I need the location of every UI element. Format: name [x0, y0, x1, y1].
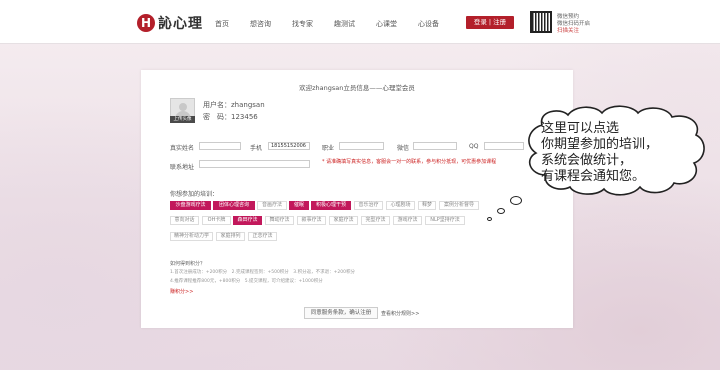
points-rule-line1: 1.首次注册成功：+200积分 2.完成课程签到：+500积分 3.积分返，不求…: [170, 270, 355, 275]
job-input[interactable]: [339, 142, 384, 150]
qq-label: QQ: [469, 143, 479, 150]
registration-panel: 欢迎zhangsan立员信息——心理堂会员 上传头像 用户名：zhangsan …: [141, 70, 573, 328]
logo-text: 訫心理: [158, 16, 203, 32]
top-header: H 訫心理 首页 想咨询 找专家 趣测试 心课堂 心设备 登录 | 注册 微信预…: [0, 0, 720, 44]
nav-experts[interactable]: 找专家: [292, 19, 313, 29]
nav-consult[interactable]: 想咨询: [250, 19, 271, 29]
realname-label: 真实姓名: [170, 145, 195, 152]
site-logo[interactable]: H 訫心理: [137, 13, 203, 33]
thought-dot-large: [510, 196, 522, 205]
username-display: 用户名：zhangsan: [203, 101, 265, 109]
qr-caption-line2: 微信扫码开启: [557, 21, 591, 27]
training-tag[interactable]: 完型疗法: [361, 216, 390, 225]
nav-tests[interactable]: 趣测试: [334, 19, 355, 29]
training-tag[interactable]: 意向对话: [170, 216, 199, 225]
address-label: 联系地址: [170, 164, 195, 171]
thought-dot-medium: [497, 208, 505, 214]
training-tag[interactable]: 团体心理咨询: [213, 201, 255, 210]
login-register-button[interactable]: 登录 | 注册: [466, 16, 514, 29]
nav-home[interactable]: 首页: [215, 19, 229, 29]
training-tag[interactable]: 音画疗法: [257, 201, 287, 210]
training-tag[interactable]: 音乐治疗: [354, 201, 383, 210]
training-tag[interactable]: 心理剧场: [386, 201, 415, 210]
nav-classroom[interactable]: 心课堂: [376, 19, 397, 29]
phone-input[interactable]: 18155152006: [268, 142, 310, 150]
address-input[interactable]: [199, 160, 310, 168]
realname-input[interactable]: [199, 142, 241, 150]
training-tag[interactable]: OH卡牌: [202, 216, 231, 225]
training-tag[interactable]: 沙盘游戏疗法: [170, 201, 211, 210]
password-display: 密 码：123456: [203, 113, 258, 121]
upload-avatar-button[interactable]: 上传头像: [170, 116, 195, 123]
training-tag[interactable]: NLP坚持疗法: [425, 216, 465, 225]
qr-caption-line3: 扫描关注: [557, 28, 580, 34]
points-rule-line2: 4.推荐课程推荐800元，+800积分 5.提交课程，可介绍建议：+1000积分: [170, 279, 323, 284]
info-hint: * 请准确填写真实信息，客服会一对一的联系，参与积分抵现，可优惠参加课程: [322, 159, 497, 165]
qr-caption: 微信预约 微信扫码开启 扫描关注: [557, 14, 607, 35]
job-label: 职业: [322, 145, 335, 152]
training-tag[interactable]: 家庭疗法: [329, 216, 358, 225]
annotation-text: 这里可以点选 你期望参加的培训， 系统会做统计， 有课程会通知您。: [541, 121, 659, 184]
thought-dot-small: [487, 217, 492, 221]
qr-caption-line1: 微信预约: [557, 14, 580, 20]
logo-mark: H: [137, 14, 155, 32]
training-tag[interactable]: 释梦: [418, 201, 436, 210]
nav-devices[interactable]: 心设备: [418, 19, 439, 29]
avatar-head-icon: [179, 103, 187, 111]
earn-points-link[interactable]: 赚积分>>: [170, 288, 193, 295]
agree-register-button[interactable]: 同意服务条款，确认注册: [304, 307, 378, 319]
panel-title: 欢迎zhangsan立员信息——心理堂会员: [299, 84, 415, 92]
wechat-input[interactable]: [413, 142, 457, 150]
training-tag[interactable]: 催眠: [289, 201, 309, 210]
training-tag[interactable]: 案例分析督导: [439, 201, 479, 210]
training-tag[interactable]: 叙事疗法: [297, 216, 326, 225]
training-tag[interactable]: 游戏疗法: [393, 216, 422, 225]
phone-label: 手机: [250, 145, 263, 152]
points-title: 如何得到积分？: [170, 261, 206, 267]
qr-code-icon: [530, 11, 552, 33]
training-tag[interactable]: 森田疗法: [233, 216, 262, 225]
qq-input[interactable]: [484, 142, 524, 150]
training-tag[interactable]: 精神分析动力学: [170, 232, 213, 241]
training-tag[interactable]: 正念疗法: [248, 232, 277, 241]
wechat-label: 微信: [397, 145, 410, 152]
training-tag[interactable]: 家庭排列: [216, 232, 245, 241]
points-rules-link[interactable]: 查看积分规则>>: [381, 310, 419, 317]
training-label: 你想参加的培训：: [170, 191, 219, 198]
training-tag[interactable]: 舞动疗法: [265, 216, 294, 225]
training-tag[interactable]: 积极心理干预: [311, 201, 351, 210]
